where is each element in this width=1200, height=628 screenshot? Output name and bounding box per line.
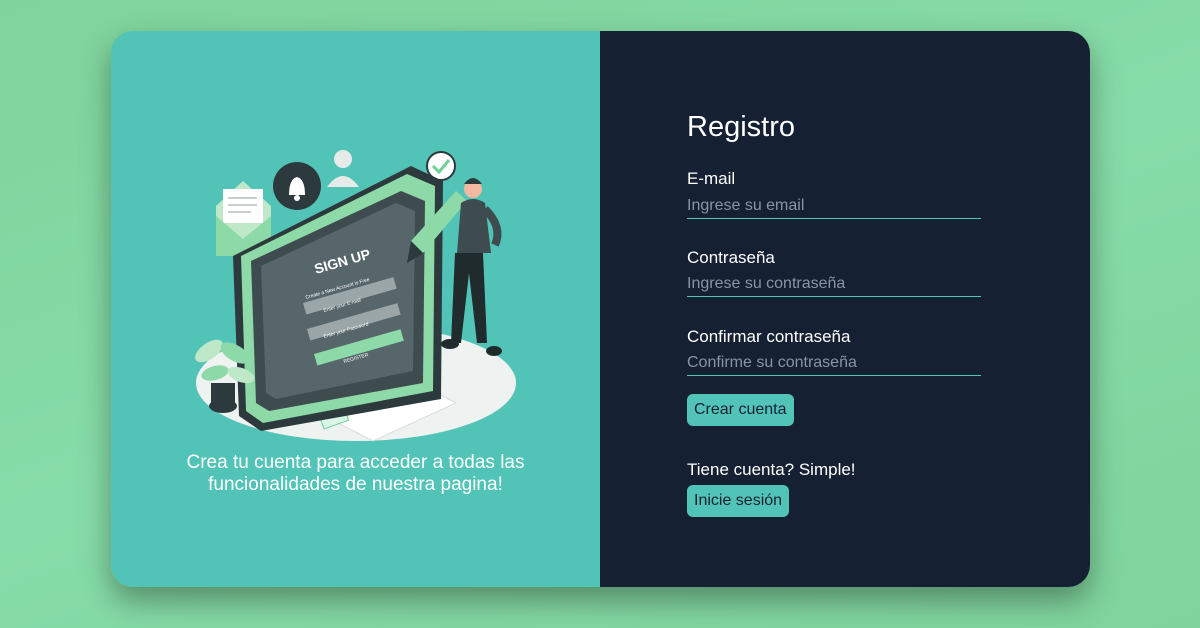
confirm-password-label: Confirmar contraseña [687, 327, 851, 346]
password-label: Contraseña [687, 248, 775, 267]
login-prompt: Tiene cuenta? Simple! [687, 460, 856, 479]
password-field[interactable] [687, 272, 981, 297]
create-account-button[interactable]: Crear cuenta [687, 394, 794, 426]
signup-illustration: SIGN UP Create a New Account is Free Ent… [195, 150, 516, 442]
login-button[interactable]: Inicie sesión [687, 485, 790, 517]
register-card: SIGN UP Create a New Account is Free Ent… [111, 31, 1090, 587]
email-label: E-mail [687, 169, 736, 188]
left-panel: SIGN UP Create a New Account is Free Ent… [111, 31, 600, 587]
register-form: Registro E-mail Contraseña Confirmar con… [600, 31, 1090, 587]
confirm-password-field[interactable] [687, 351, 981, 376]
form-title: Registro [687, 111, 795, 143]
tagline: Crea tu cuenta para acceder a todas las … [186, 452, 525, 495]
email-field[interactable] [687, 194, 981, 219]
